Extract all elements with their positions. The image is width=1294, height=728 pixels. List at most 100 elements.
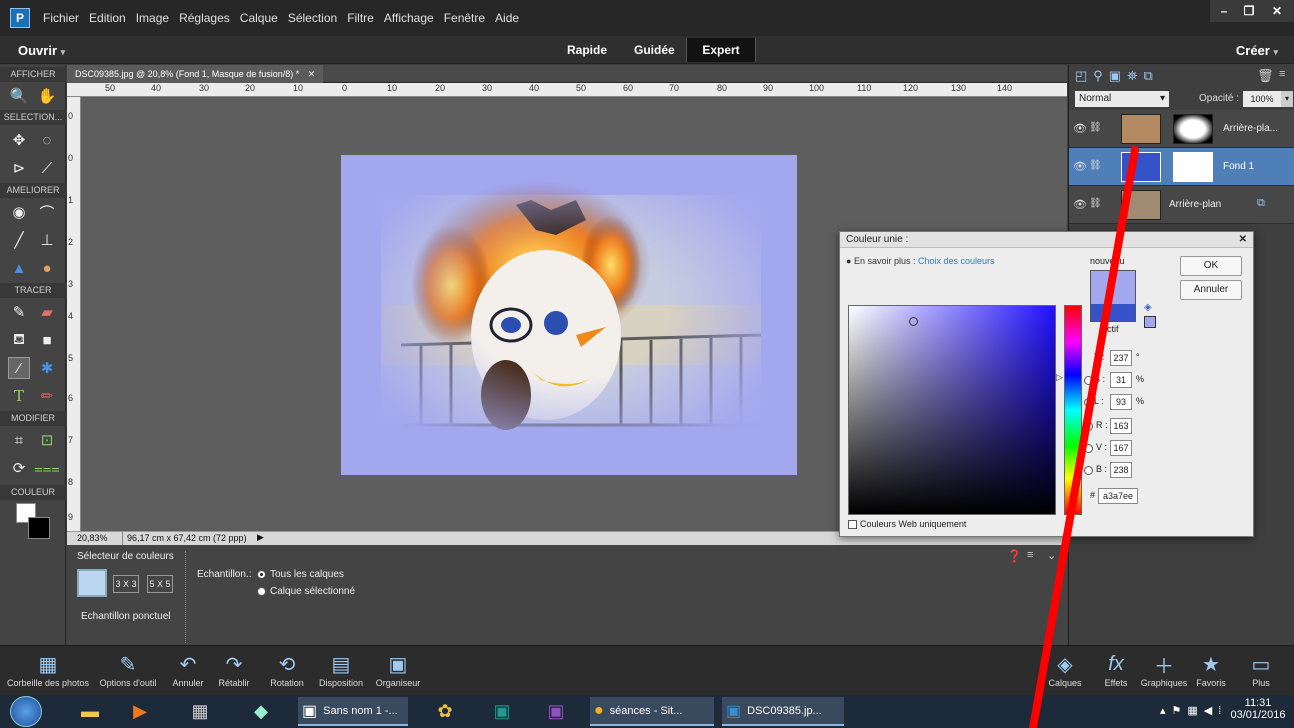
web-only-checkbox[interactable] [848, 520, 857, 529]
radio-l[interactable] [1084, 398, 1093, 407]
move-tool-icon[interactable]: ✥ [8, 129, 30, 151]
lasso-tool-icon[interactable]: ⊳ [8, 157, 30, 179]
radio-s[interactable] [1084, 376, 1093, 385]
menu-filtre[interactable]: Filtre [342, 11, 379, 25]
eyedropper-tool-icon[interactable]: ⁄ [8, 357, 30, 379]
hue-input[interactable]: 237 [1110, 350, 1132, 366]
open-button[interactable]: Ouvrir ▾ [18, 43, 65, 58]
tab-expert[interactable]: Expert [686, 38, 756, 62]
tab-guidee[interactable]: Guidée [622, 38, 687, 62]
taskbar-item[interactable]: ▣ Sans nom 1 -... [298, 697, 408, 726]
clock[interactable]: 11:31 03/01/2016 [1230, 697, 1286, 721]
menu-fichier[interactable]: Fichier [38, 11, 84, 25]
ok-button[interactable]: OK [1180, 256, 1242, 276]
gradient-tool-icon[interactable]: ■ [36, 329, 58, 351]
fill-color-thumbnail[interactable] [1121, 152, 1161, 182]
favorites-button[interactable]: ★ Favoris [1192, 650, 1230, 689]
menu-fenetre[interactable]: Fenêtre [439, 11, 490, 25]
menu-edition[interactable]: Edition [84, 11, 131, 25]
radio-all-layers[interactable] [257, 570, 266, 579]
document-tab[interactable]: DSC09385.jpg @ 20,8% (Fond 1, Masque de … [67, 65, 324, 83]
layer-row[interactable]: 👁 ⛓ Arrière-pla... [1069, 110, 1294, 148]
opacity-input[interactable]: 100% [1243, 91, 1281, 107]
menu-aide[interactable]: Aide [490, 11, 524, 25]
tool-options-button[interactable]: ✎ Options d'outil [96, 650, 160, 689]
custom-shape-icon[interactable]: ✱ [36, 357, 58, 379]
pencil-tool-icon[interactable]: ✏ [36, 385, 58, 407]
menu-selection[interactable]: Sélection [283, 11, 342, 25]
web-safe-swatch[interactable] [1144, 316, 1156, 328]
rotate-button[interactable]: ⟲ Rotation [262, 650, 312, 689]
recompose-tool-icon[interactable]: ⊡ [36, 429, 58, 451]
ellipse-select-icon[interactable]: ◌ [36, 129, 58, 151]
more-button[interactable]: ▭ Plus [1244, 650, 1278, 689]
hex-input[interactable]: a3a7ee [1098, 488, 1138, 504]
sponge-tool-icon[interactable]: ● [36, 257, 58, 279]
sample-5x5-button[interactable]: 5 X 5 [147, 575, 173, 593]
healing-brush-icon[interactable]: ⌒ [36, 201, 58, 223]
link-icon[interactable]: ⛓ [1089, 122, 1102, 133]
layers-menu-icon[interactable]: ≡ [1279, 68, 1285, 80]
point-sample-button[interactable] [77, 569, 107, 597]
layers-button[interactable]: ◈ Calques [1044, 650, 1086, 689]
paint-bucket-icon[interactable]: ⛾ [8, 329, 30, 351]
help-link[interactable]: Choix des couleurs [918, 256, 995, 266]
layer-row[interactable]: 👁 ⛓ Arrière-plan ⧉ [1069, 186, 1294, 224]
layer-row-selected[interactable]: 👁 ⛓ Fond 1 [1069, 148, 1294, 186]
saturation-input[interactable]: 31 [1110, 372, 1132, 388]
red-input[interactable]: 163 [1110, 418, 1132, 434]
crop-tool-icon[interactable]: ⌗ [8, 429, 30, 451]
type-tool-icon[interactable]: T [8, 385, 30, 407]
color-picker-cursor[interactable] [909, 317, 918, 326]
blur-tool-icon[interactable]: ▲ [8, 257, 30, 279]
smart-brush-icon[interactable]: ╱ [8, 229, 30, 251]
effects-button[interactable]: fx Effets [1096, 650, 1136, 689]
premiere-icon[interactable]: ▣ [536, 697, 576, 726]
content-move-icon[interactable]: ⟳ [8, 457, 30, 479]
visibility-eye-icon[interactable]: 👁 [1073, 198, 1087, 211]
magic-wand-icon[interactable]: ⟋ [36, 157, 58, 179]
graphics-button[interactable]: ＋ Graphiques [1134, 650, 1194, 689]
menu-calque[interactable]: Calque [235, 11, 283, 25]
taskbar-item[interactable]: ▣ DSC09385.jp... [722, 697, 844, 726]
explorer-icon[interactable]: ▬ [70, 697, 110, 726]
help-icon[interactable]: ❓ [1007, 549, 1022, 563]
photo-bin-button[interactable]: ▦ Corbeille des photos [4, 650, 92, 689]
elements-editor-icon[interactable]: ▣ [482, 697, 522, 726]
hue-slider[interactable] [1064, 305, 1082, 515]
radio-r[interactable] [1084, 422, 1093, 431]
color-field[interactable] [848, 305, 1056, 515]
clone-stamp-icon[interactable]: ⊥ [36, 229, 58, 251]
visibility-eye-icon[interactable]: 👁 [1073, 122, 1087, 135]
tab-rapide[interactable]: Rapide [555, 38, 619, 62]
radio-b[interactable] [1084, 466, 1093, 475]
background-color-swatch[interactable] [28, 517, 50, 539]
menu-reglages[interactable]: Réglages [174, 11, 235, 25]
status-menu-arrow-icon[interactable]: ▶ [257, 532, 264, 543]
link-icon[interactable]: ⛓ [1089, 198, 1102, 209]
straighten-tool-icon[interactable]: ⩶ [34, 457, 60, 479]
document-image[interactable] [341, 155, 797, 475]
panel-menu-icon[interactable]: ≡ [1027, 549, 1033, 561]
hand-tool-icon[interactable]: ✋ [36, 85, 58, 107]
undo-button[interactable]: ↶ Annuler [168, 650, 208, 689]
zoom-tool-icon[interactable]: 🔍 [8, 85, 30, 107]
picasa-icon[interactable]: ✿ [420, 697, 470, 726]
book-app-icon[interactable]: ◆ [236, 697, 286, 726]
collapse-icon[interactable]: ⌄ [1047, 549, 1056, 562]
taskbar-item[interactable]: ● séances - Sit... [590, 697, 714, 726]
minimize-button[interactable]: – [1210, 0, 1238, 22]
link-icon[interactable]: ⛓ [1089, 160, 1102, 171]
brush-tool-icon[interactable]: ✎ [8, 301, 30, 323]
dialog-close-icon[interactable]: ✕ [1239, 232, 1247, 248]
radio-selected-layer[interactable] [257, 587, 266, 596]
redo-button[interactable]: ↷ Rétablir [212, 650, 256, 689]
close-tab-icon[interactable]: ✕ [308, 69, 316, 79]
blend-mode-select[interactable]: Normal ▾ [1075, 91, 1169, 107]
eraser-tool-icon[interactable]: ▰ [36, 301, 58, 323]
system-tray-icons[interactable]: ▴⚑▦◀⁞ [1160, 704, 1227, 717]
sample-3x3-button[interactable]: 3 X 3 [113, 575, 139, 593]
layout-button[interactable]: ▤ Disposition [310, 650, 372, 689]
visibility-eye-icon[interactable]: 👁 [1073, 160, 1087, 173]
maximize-button[interactable]: ❐ [1238, 0, 1260, 22]
